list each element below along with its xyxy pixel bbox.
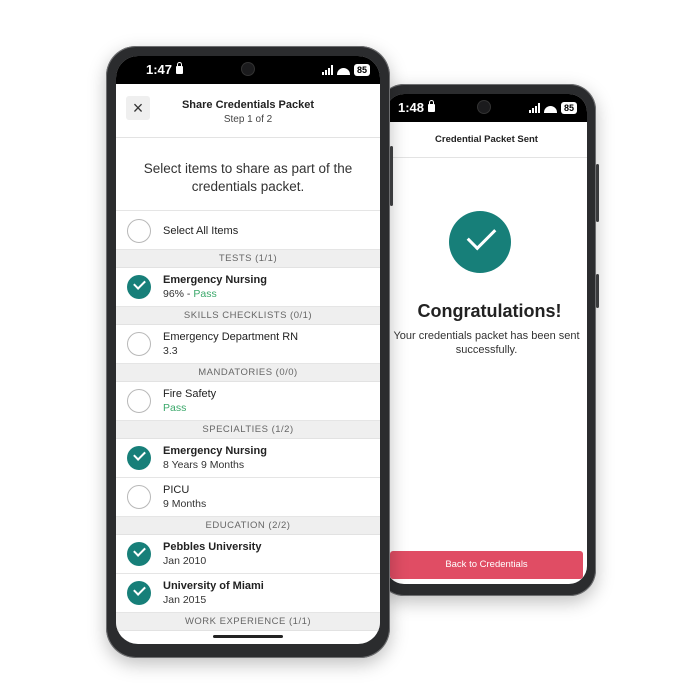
item-title: PICU xyxy=(163,484,190,496)
unchecked-checkbox[interactable] xyxy=(127,332,151,356)
item-title: Fire Safety xyxy=(163,388,217,400)
home-indicator[interactable] xyxy=(213,635,283,638)
item-title: Emergency Nursing xyxy=(163,445,267,457)
pass-status: Pass xyxy=(193,288,217,300)
front-phone: 1:47 85 × Share Credentials Packet Step … xyxy=(106,46,393,658)
back-phone-screen: 1:48 85 Credential Packet Sent Congratul… xyxy=(386,94,587,584)
list-item[interactable]: Emergency Nursing 96% - Pass xyxy=(116,268,380,307)
list-item[interactable]: Emergency Department RN 3.3 xyxy=(116,325,380,364)
checked-checkbox-icon[interactable] xyxy=(127,542,151,566)
section-header-work-experience: WORK EXPERIENCE (1/1) xyxy=(116,613,380,631)
volume-button xyxy=(596,164,599,222)
signal-icon xyxy=(321,65,333,75)
item-title: Emergency Nursing xyxy=(163,274,267,286)
item-subtitle: 3.3 xyxy=(163,345,178,357)
unchecked-checkbox[interactable] xyxy=(127,485,151,509)
lock-icon xyxy=(176,62,184,74)
success-check-icon xyxy=(449,211,511,273)
pass-status: Pass xyxy=(163,402,187,414)
credentials-list: Select All Items TESTS (1/1) Emergency N… xyxy=(116,210,380,631)
step-indicator: Step 1 of 2 xyxy=(223,114,273,125)
battery-icon: 85 xyxy=(560,102,577,114)
page-title: Share Credentials Packet xyxy=(181,99,315,111)
battery-icon: 85 xyxy=(353,64,370,76)
item-subtitle: Jan 2010 xyxy=(163,555,207,567)
power-button xyxy=(596,274,599,308)
select-all-label: Select All Items xyxy=(163,225,239,237)
back-phone: 1:48 85 Credential Packet Sent Congratul… xyxy=(378,84,599,596)
status-time: 1:48 xyxy=(398,100,436,115)
section-header-tests: TESTS (1/1) xyxy=(116,250,380,268)
page-title: Credential Packet Sent xyxy=(386,122,587,158)
status-bar: 1:48 85 xyxy=(386,94,587,122)
item-subtitle: 8 Years 9 Months xyxy=(163,459,245,471)
wifi-icon xyxy=(337,65,350,75)
item-title: Emergency Department RN xyxy=(163,331,299,343)
item-subtitle: 96% - Pass xyxy=(163,288,217,300)
header: × Share Credentials Packet Step 1 of 2 xyxy=(116,84,380,138)
section-header-skills-checklists: SKILLS CHECKLISTS (0/1) xyxy=(116,307,380,325)
back-to-credentials-button[interactable]: Back to Credentials xyxy=(390,551,583,579)
status-bar: 1:47 85 xyxy=(116,56,380,84)
checked-checkbox-icon[interactable] xyxy=(127,581,151,605)
unchecked-checkbox[interactable] xyxy=(127,389,151,413)
checked-checkbox-icon[interactable] xyxy=(127,275,151,299)
camera-icon xyxy=(478,101,490,113)
camera-icon xyxy=(242,63,254,75)
list-item[interactable]: Fire Safety Pass xyxy=(116,382,380,421)
front-phone-screen: 1:47 85 × Share Credentials Packet Step … xyxy=(116,56,380,644)
select-all-row[interactable]: Select All Items xyxy=(116,210,380,250)
item-title: Pebbles University xyxy=(163,541,262,553)
status-time: 1:47 xyxy=(146,62,184,77)
section-header-specialties: SPECIALTIES (1/2) xyxy=(116,421,380,439)
status-icons: 85 xyxy=(321,64,370,76)
congrats-heading: Congratulations! xyxy=(417,301,562,321)
item-subtitle: Jan 2015 xyxy=(163,594,207,606)
section-header-education: EDUCATION (2/2) xyxy=(116,517,380,535)
success-message: Your credentials packet has been sent su… xyxy=(393,330,580,356)
list-item[interactable]: University of Miami Jan 2015 xyxy=(116,574,380,613)
status-icons: 85 xyxy=(528,102,577,114)
list-item[interactable]: PICU 9 Months xyxy=(116,478,380,517)
list-item[interactable]: Emergency Nursing 8 Years 9 Months xyxy=(116,439,380,478)
item-title: University of Miami xyxy=(163,580,264,592)
checked-checkbox-icon[interactable] xyxy=(127,446,151,470)
section-header-mandatories: MANDATORIES (0/0) xyxy=(116,364,380,382)
item-subtitle: 9 Months xyxy=(163,498,207,510)
signal-icon xyxy=(528,103,540,113)
wifi-icon xyxy=(544,103,557,113)
list-item[interactable]: Pebbles University Jan 2010 xyxy=(116,535,380,574)
instruction-text: Select items to share as part of the cre… xyxy=(143,161,353,194)
volume-button xyxy=(390,146,393,206)
select-all-checkbox[interactable] xyxy=(127,219,151,243)
lock-icon xyxy=(428,100,436,112)
